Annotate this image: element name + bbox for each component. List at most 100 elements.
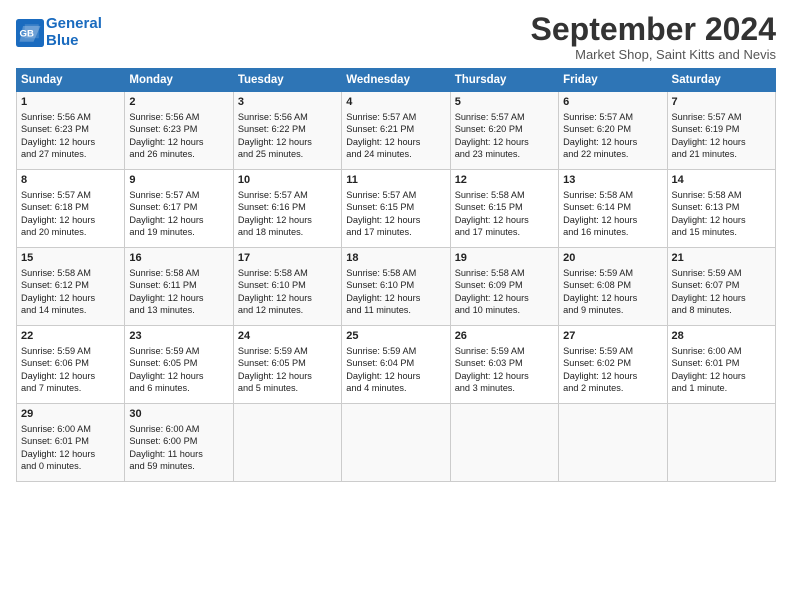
day-info-line: Daylight: 12 hours [238,214,337,226]
day-number: 17 [238,251,337,266]
week-row-3: 15Sunrise: 5:58 AMSunset: 6:12 PMDayligh… [17,248,776,326]
day-info-line: Sunrise: 5:58 AM [455,189,554,201]
day-info-line: Sunset: 6:20 PM [455,123,554,135]
day-info-line: Sunset: 6:07 PM [672,279,771,291]
day-info-line: and 19 minutes. [129,226,228,238]
day-info-line: Sunset: 6:05 PM [129,357,228,369]
day-info-line: and 21 minutes. [672,148,771,160]
day-info-line: Sunrise: 5:58 AM [238,267,337,279]
day-number: 28 [672,329,771,344]
subtitle: Market Shop, Saint Kitts and Nevis [531,47,776,62]
day-info-line: Sunrise: 5:56 AM [129,111,228,123]
day-number: 25 [346,329,445,344]
day-number: 4 [346,95,445,110]
day-info-line: and 13 minutes. [129,304,228,316]
day-cell: 30Sunrise: 6:00 AMSunset: 6:00 PMDayligh… [125,404,233,482]
day-info-line: Sunset: 6:12 PM [21,279,120,291]
col-header-thursday: Thursday [450,69,558,92]
day-number: 3 [238,95,337,110]
month-title: September 2024 [531,12,776,47]
col-header-saturday: Saturday [667,69,775,92]
day-info-line: Daylight: 12 hours [346,214,445,226]
day-info-line: Sunset: 6:23 PM [21,123,120,135]
day-info-line: Sunset: 6:05 PM [238,357,337,369]
day-info-line: Daylight: 12 hours [455,292,554,304]
day-info-line: and 26 minutes. [129,148,228,160]
logo-icon: GB [16,19,44,47]
day-info-line: Sunset: 6:11 PM [129,279,228,291]
day-number: 5 [455,95,554,110]
day-info-line: Daylight: 12 hours [21,292,120,304]
day-info-line: Daylight: 12 hours [21,370,120,382]
day-info-line: and 12 minutes. [238,304,337,316]
header: GB General Blue September 2024 Market Sh… [16,12,776,62]
page: GB General Blue September 2024 Market Sh… [0,0,792,492]
day-info-line: Daylight: 12 hours [563,214,662,226]
header-row: SundayMondayTuesdayWednesdayThursdayFrid… [17,69,776,92]
day-number: 15 [21,251,120,266]
col-header-monday: Monday [125,69,233,92]
day-info-line: and 14 minutes. [21,304,120,316]
day-info-line: Sunrise: 5:57 AM [346,111,445,123]
day-info-line: Sunrise: 5:59 AM [672,267,771,279]
day-info-line: Daylight: 12 hours [238,136,337,148]
day-cell: 11Sunrise: 5:57 AMSunset: 6:15 PMDayligh… [342,170,450,248]
day-info-line: Daylight: 12 hours [129,370,228,382]
day-number: 7 [672,95,771,110]
day-number: 18 [346,251,445,266]
day-info-line: and 20 minutes. [21,226,120,238]
day-cell: 28Sunrise: 6:00 AMSunset: 6:01 PMDayligh… [667,326,775,404]
day-info-line: Sunrise: 5:57 AM [672,111,771,123]
day-info-line: and 4 minutes. [346,382,445,394]
day-info-line: and 17 minutes. [346,226,445,238]
day-number: 6 [563,95,662,110]
day-number: 29 [21,407,120,422]
day-number: 21 [672,251,771,266]
day-cell: 24Sunrise: 5:59 AMSunset: 6:05 PMDayligh… [233,326,341,404]
day-cell: 25Sunrise: 5:59 AMSunset: 6:04 PMDayligh… [342,326,450,404]
day-info-line: Daylight: 12 hours [672,370,771,382]
day-info-line: and 6 minutes. [129,382,228,394]
day-info-line: and 17 minutes. [455,226,554,238]
day-cell: 29Sunrise: 6:00 AMSunset: 6:01 PMDayligh… [17,404,125,482]
day-cell: 13Sunrise: 5:58 AMSunset: 6:14 PMDayligh… [559,170,667,248]
day-info-line: Sunset: 6:23 PM [129,123,228,135]
day-cell: 19Sunrise: 5:58 AMSunset: 6:09 PMDayligh… [450,248,558,326]
day-info-line: Sunrise: 5:58 AM [21,267,120,279]
day-cell: 23Sunrise: 5:59 AMSunset: 6:05 PMDayligh… [125,326,233,404]
day-cell: 22Sunrise: 5:59 AMSunset: 6:06 PMDayligh… [17,326,125,404]
day-cell: 20Sunrise: 5:59 AMSunset: 6:08 PMDayligh… [559,248,667,326]
day-info-line: Sunrise: 5:57 AM [238,189,337,201]
day-info-line: Sunset: 6:17 PM [129,201,228,213]
day-number: 30 [129,407,228,422]
day-cell [667,404,775,482]
day-info-line: Sunset: 6:15 PM [346,201,445,213]
day-info-line: and 24 minutes. [346,148,445,160]
day-info-line: Sunset: 6:08 PM [563,279,662,291]
day-number: 13 [563,173,662,188]
day-info-line: Sunset: 6:10 PM [238,279,337,291]
day-cell: 2Sunrise: 5:56 AMSunset: 6:23 PMDaylight… [125,92,233,170]
day-cell [342,404,450,482]
day-info-line: Sunset: 6:15 PM [455,201,554,213]
day-info-line: Sunrise: 5:59 AM [455,345,554,357]
day-info-line: Sunset: 6:21 PM [346,123,445,135]
day-info-line: and 7 minutes. [21,382,120,394]
day-info-line: and 0 minutes. [21,460,120,472]
day-info-line: and 16 minutes. [563,226,662,238]
day-info-line: Daylight: 12 hours [455,214,554,226]
day-number: 20 [563,251,662,266]
day-info-line: Daylight: 12 hours [129,214,228,226]
day-number: 26 [455,329,554,344]
day-info-line: Sunset: 6:13 PM [672,201,771,213]
day-info-line: Daylight: 12 hours [21,214,120,226]
day-info-line: Sunset: 6:19 PM [672,123,771,135]
day-cell: 17Sunrise: 5:58 AMSunset: 6:10 PMDayligh… [233,248,341,326]
day-cell: 7Sunrise: 5:57 AMSunset: 6:19 PMDaylight… [667,92,775,170]
day-info-line: Sunset: 6:16 PM [238,201,337,213]
day-info-line: Daylight: 12 hours [21,136,120,148]
day-info-line: Sunset: 6:02 PM [563,357,662,369]
day-info-line: Sunrise: 5:58 AM [346,267,445,279]
day-info-line: Daylight: 11 hours [129,448,228,460]
day-info-line: Daylight: 12 hours [563,136,662,148]
